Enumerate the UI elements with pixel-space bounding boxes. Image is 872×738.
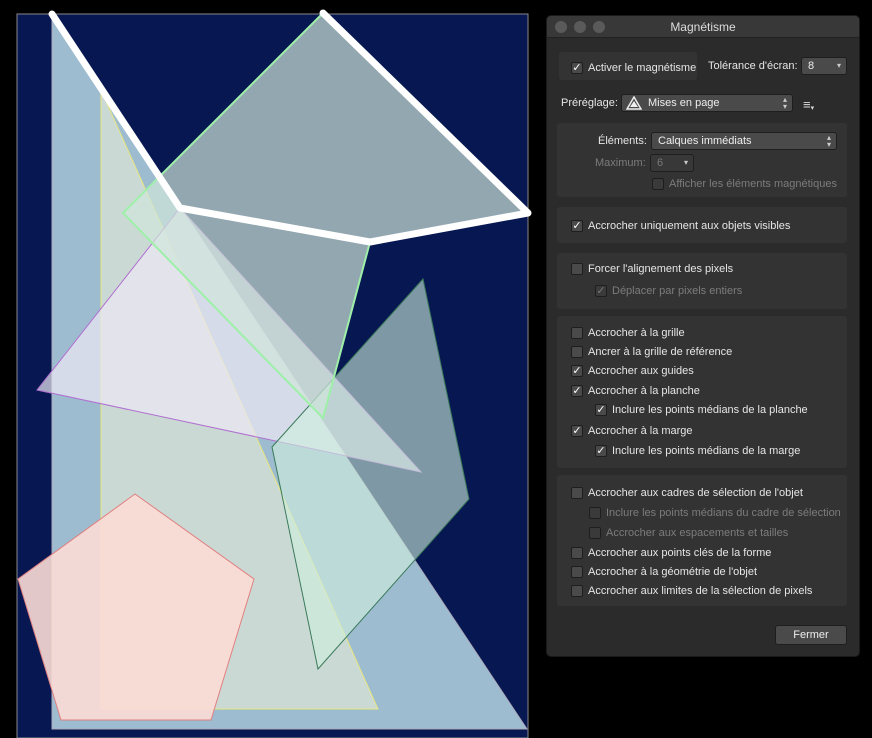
tolerance-value: 8	[808, 60, 815, 72]
checkbox-box	[589, 507, 601, 519]
dialog-titlebar: Magnétisme	[547, 16, 859, 38]
checkbox-box	[571, 263, 583, 275]
check-icon: ✓	[595, 284, 607, 297]
snap-option-label: Accrocher aux guides	[588, 365, 694, 377]
preset-label: Préréglage:	[561, 97, 618, 109]
enable-magnetism-checkbox[interactable]: ✓ Activer le magnétisme	[571, 62, 696, 74]
checkbox-box	[589, 527, 601, 539]
document-canvas[interactable]	[0, 0, 545, 738]
snap-option-checkbox[interactable]: Accrocher aux espacements et tailles	[589, 527, 788, 539]
elements-value: Calques immédiats	[658, 135, 752, 147]
snap-option-checkbox[interactable]: Inclure les points médians du cadre de s…	[589, 507, 841, 519]
checkbox-box	[571, 547, 583, 559]
move-pixel-checkbox[interactable]: ✓ Déplacer par pixels entiers	[595, 285, 742, 297]
chevron-down-icon: ▾	[683, 158, 688, 167]
snap-option-label: Inclure les points médians de la planche	[612, 404, 808, 416]
snap-option-label: Accrocher aux limites de la sélection de…	[588, 585, 813, 597]
snap-option-label: Inclure les points médians du cadre de s…	[606, 507, 841, 519]
snap-option-checkbox[interactable]: ✓ Inclure les points médians de la planch…	[595, 404, 808, 416]
checkbox-box	[571, 346, 583, 358]
check-icon: ✓	[595, 403, 607, 416]
pixel-panel	[557, 253, 847, 309]
snap-option-label: Accrocher aux espacements et tailles	[606, 527, 789, 539]
snap-option-checkbox[interactable]: ✓ Accrocher à la marge	[571, 425, 693, 437]
checkbox-box	[571, 487, 583, 499]
snap-option-label: Accrocher aux points clés de la forme	[588, 547, 772, 559]
elements-select[interactable]: Calques immédiats ▴ ▾	[651, 132, 837, 150]
snap-option-label: Accrocher à la géométrie de l'objet	[588, 566, 758, 578]
maximum-select[interactable]: 6 ▾	[650, 154, 694, 172]
artboard-drawing	[16, 9, 532, 738]
snap-option-checkbox[interactable]: ✓ Accrocher à la planche	[571, 385, 700, 397]
show-elements-label: Afficher les éléments magnétiques	[669, 178, 837, 190]
snap-option-checkbox[interactable]: ✓ Accrocher aux guides	[571, 365, 694, 377]
check-icon: ✓	[571, 364, 583, 377]
force-pixel-label: Forcer l'alignement des pixels	[588, 263, 734, 275]
snap-option-label: Ancrer à la grille de référence	[588, 346, 733, 358]
list-menu-icon[interactable]: ≡ ▾	[803, 97, 814, 112]
enable-magnetism-label: Activer le magnétisme	[588, 62, 697, 74]
snap-option-checkbox[interactable]: Ancrer à la grille de référence	[571, 346, 732, 358]
check-icon: ✓	[571, 219, 583, 232]
snap-option-label: Inclure les points médians de la marge	[612, 445, 801, 457]
check-icon: ✓	[595, 444, 607, 457]
snap-option-checkbox[interactable]: Accrocher aux points clés de la forme	[571, 547, 771, 559]
checkbox-box	[571, 585, 583, 597]
snap-option-label: Accrocher aux cadres de sélection de l'o…	[588, 487, 803, 499]
maximum-label: Maximum:	[595, 157, 646, 169]
elements-label: Éléments:	[598, 135, 647, 147]
snap-option-label: Accrocher à la planche	[588, 385, 700, 397]
snap-option-checkbox[interactable]: Accrocher aux limites de la sélection de…	[571, 585, 812, 597]
preset-select[interactable]: Mises en page ▴ ▾	[621, 94, 793, 112]
tolerance-select[interactable]: 8 ▾	[801, 57, 847, 75]
close-button[interactable]: Fermer	[775, 625, 847, 645]
snap-option-label: Accrocher à la marge	[588, 425, 693, 437]
snapping-preset-icon	[626, 96, 642, 110]
chevron-down-icon: ▾	[836, 61, 841, 70]
dialog-title: Magnétisme	[670, 20, 736, 34]
close-button-label: Fermer	[793, 629, 829, 641]
tolerance-label: Tolérance d'écran:	[708, 60, 798, 72]
updown-chevron-icon: ▴ ▾	[782, 95, 787, 111]
check-icon: ✓	[571, 384, 583, 397]
force-pixel-checkbox[interactable]: Forcer l'alignement des pixels	[571, 263, 733, 275]
check-icon: ✓	[571, 61, 583, 74]
snap-option-checkbox[interactable]: Accrocher à la grille	[571, 327, 685, 339]
visible-only-checkbox[interactable]: ✓ Accrocher uniquement aux objets visibl…	[571, 220, 790, 232]
updown-chevron-icon: ▴ ▾	[826, 133, 831, 149]
snap-option-checkbox[interactable]: Accrocher aux cadres de sélection de l'o…	[571, 487, 803, 499]
show-elements-checkbox[interactable]: Afficher les éléments magnétiques	[652, 178, 837, 190]
checkbox-box	[571, 566, 583, 578]
snap-option-checkbox[interactable]: ✓ Inclure les points médians de la marge	[595, 445, 800, 457]
snap-option-checkbox[interactable]: Accrocher à la géométrie de l'objet	[571, 566, 757, 578]
maximum-value: 6	[657, 157, 664, 169]
preset-value: Mises en page	[648, 97, 720, 109]
magnetism-dialog: Magnétisme ✓ Activer le magnétisme Tolér…	[546, 15, 860, 657]
check-icon: ✓	[571, 424, 583, 437]
visible-only-label: Accrocher uniquement aux objets visibles	[588, 220, 791, 232]
snap-option-label: Accrocher à la grille	[588, 327, 685, 339]
move-pixel-label: Déplacer par pixels entiers	[612, 285, 743, 297]
checkbox-box	[571, 327, 583, 339]
checkbox-box	[652, 178, 664, 190]
